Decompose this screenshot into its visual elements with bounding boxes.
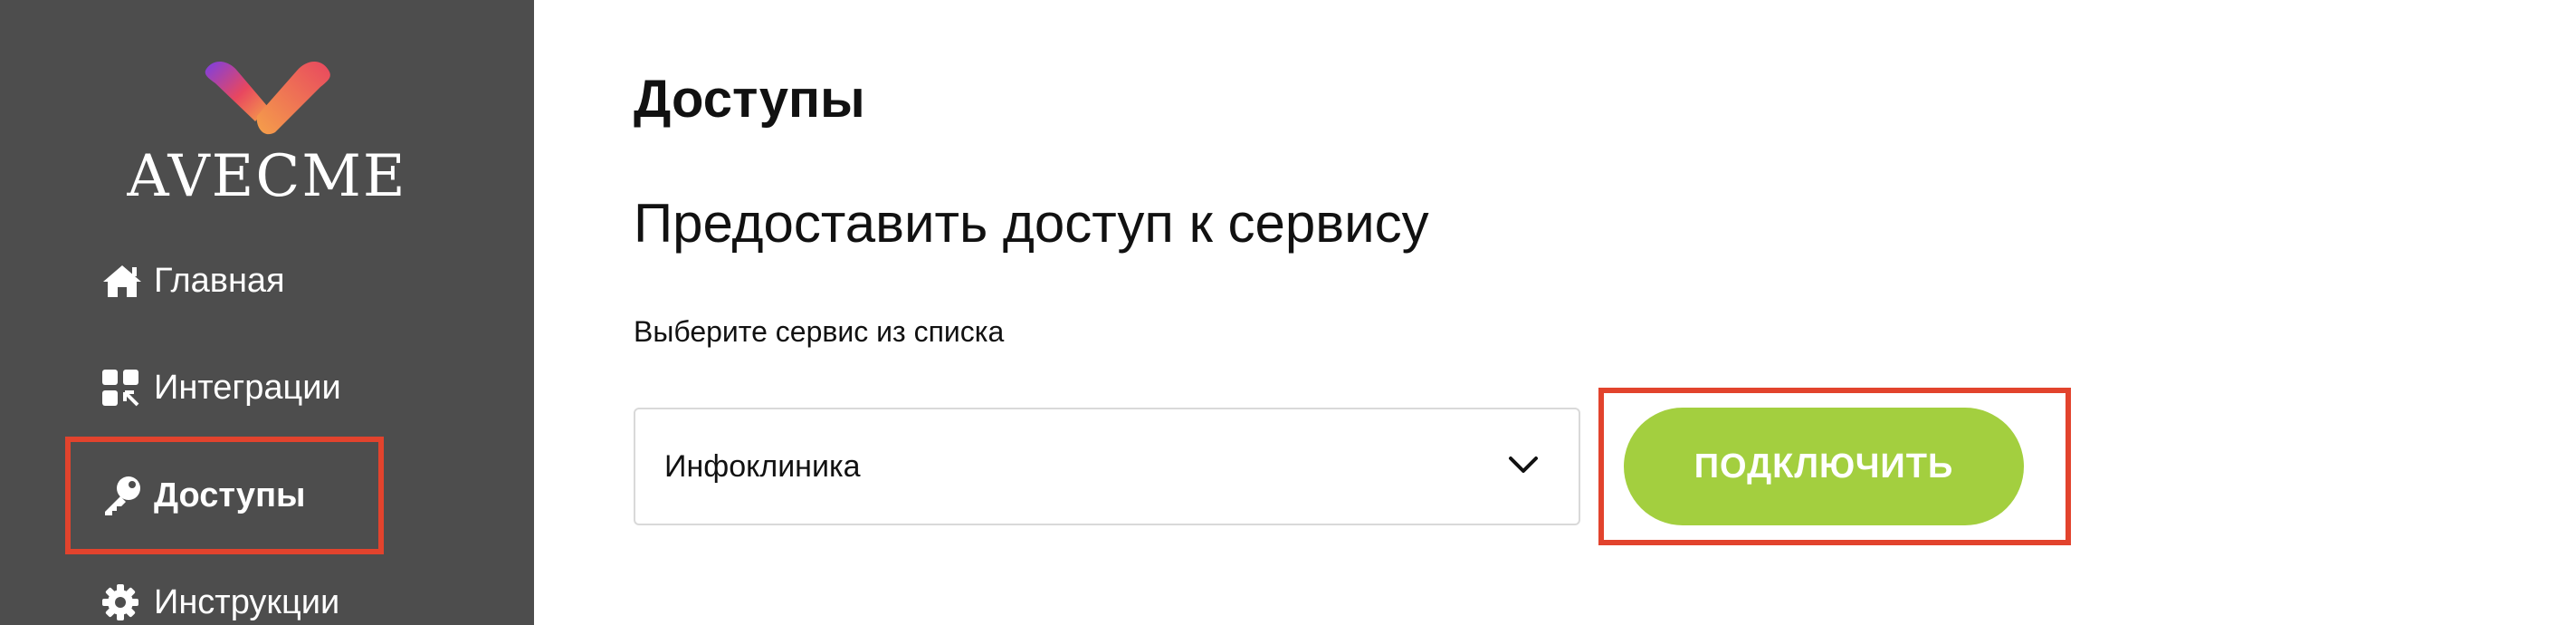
page-title: Доступы <box>634 70 865 129</box>
gear-icon <box>101 582 147 623</box>
brand-name: AVECME <box>127 143 407 210</box>
service-select-label: Выберите сервис из списка <box>634 315 1005 348</box>
sidebar-item-instructions[interactable]: Инструкции <box>101 566 339 625</box>
home-icon <box>101 260 147 302</box>
sidebar-item-label: Доступы <box>154 476 306 514</box>
sidebar-item-label: Интеграции <box>154 368 341 407</box>
brand-logo[interactable]: AVECME <box>109 56 425 210</box>
logo-heart-icon <box>205 61 330 135</box>
sidebar-item-access[interactable]: Доступы <box>101 459 305 532</box>
sidebar-item-label: Инструкции <box>154 582 340 621</box>
sidebar-item-integrations[interactable]: Интеграции <box>101 351 341 424</box>
sidebar-item-home[interactable]: Главная <box>101 245 285 317</box>
chevron-down-icon <box>1509 457 1538 473</box>
connect-button[interactable]: ПОДКЛЮЧИТЬ <box>1624 408 2024 525</box>
sidebar-item-label: Главная <box>154 261 285 300</box>
section-title: Предоставить доступ к сервису <box>634 193 1429 254</box>
sidebar: AVECME Главная Интеграции Доступы Инстру… <box>0 0 534 625</box>
key-icon <box>101 475 147 516</box>
app-root: AVECME Главная Интеграции Доступы Инстру… <box>0 0 2576 625</box>
service-select[interactable]: Инфоклиника <box>634 408 1580 525</box>
service-select-value: Инфоклиника <box>664 448 861 484</box>
integrations-grid-icon <box>101 367 147 409</box>
